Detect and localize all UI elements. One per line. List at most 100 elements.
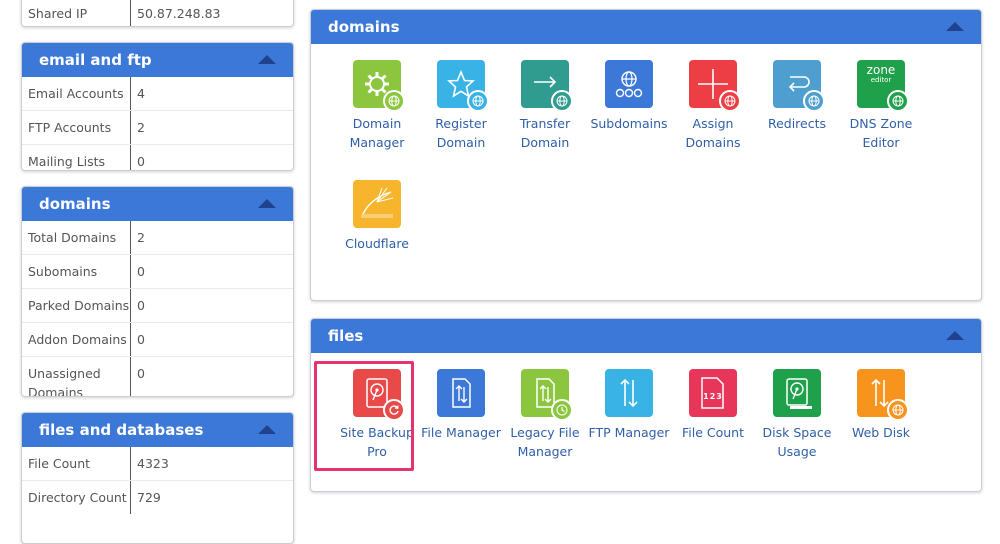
files-icon-grid: Site Backup Pro File Manager Legacy File… — [311, 353, 981, 477]
stat-label: File Count — [22, 447, 131, 480]
shared-ip-panel: Shared IP 50.87.248.83 — [21, 0, 294, 27]
web-disk-link[interactable]: Web Disk — [839, 369, 923, 477]
icon-label: Disk Space Usage — [762, 425, 832, 459]
stat-row: Addon Domains 0 — [22, 323, 293, 357]
panel-title: domains — [39, 195, 111, 213]
icon-label: Transfer Domain — [519, 116, 571, 150]
stat-row: Total Domains 2 — [22, 221, 293, 255]
stat-label: Addon Domains — [22, 323, 131, 356]
stat-row: File Count 4323 — [22, 447, 293, 481]
stat-value: 0 — [137, 264, 145, 279]
icon-label: Subdomains — [590, 116, 668, 131]
stat-value: 2 — [137, 230, 145, 245]
file-manager-icon — [437, 369, 485, 417]
legacy-file-manager-link[interactable]: Legacy File Manager — [503, 369, 587, 477]
domains-header: domains — [311, 10, 981, 44]
files-databases-panel: files and databases File Count 4323 Dire… — [21, 412, 294, 544]
file-count-icon: 123 — [689, 369, 737, 417]
icon-label: DNS Zone Editor — [849, 116, 913, 150]
stat-row: Unassigned Domains 0 — [22, 357, 293, 396]
stat-row: Mailing Lists 0 — [22, 145, 293, 170]
icon-label: Redirects — [767, 116, 827, 131]
subdomains-link[interactable]: Subdomains — [587, 60, 671, 168]
zone-editor-icon: zone editor — [857, 60, 909, 112]
icon-label: Legacy File Manager — [510, 425, 580, 459]
file-manager-link[interactable]: File Manager — [419, 369, 503, 477]
transfer-domain-link[interactable]: Transfer Domain — [503, 60, 587, 168]
icon-label: File Manager — [421, 425, 501, 440]
legacy-file-manager-icon — [521, 369, 573, 421]
stat-row: Email Accounts 4 — [22, 77, 293, 111]
redirect-globe-icon — [773, 60, 825, 112]
stat-row: FTP Accounts 2 — [22, 111, 293, 145]
file-count-link[interactable]: 123 File Count — [671, 369, 755, 477]
icon-label: Register Domain — [435, 116, 487, 150]
domains-stats-panel: domains Total Domains 2 Subomains 0 Park… — [21, 186, 294, 397]
stat-value: 0 — [137, 154, 145, 169]
tile-text: 123 — [703, 391, 723, 401]
stat-value: 0 — [137, 298, 145, 313]
domains-stats-header: domains — [22, 187, 293, 221]
assign-domains-link[interactable]: Assign Domains — [671, 60, 755, 168]
email-ftp-panel: email and ftp Email Accounts 4 FTP Accou… — [21, 42, 294, 171]
domains-icon-grid: Domain Manager Register Domain Transfer … — [311, 44, 981, 280]
icon-label: Assign Domains — [685, 116, 741, 150]
stat-row: Subomains 0 — [22, 255, 293, 289]
dns-zone-editor-link[interactable]: zone editor DNS Zone Editor — [839, 60, 923, 168]
ftp-manager-icon — [605, 369, 653, 417]
collapse-toggle-icon[interactable] — [946, 331, 964, 340]
disk-space-icon — [773, 369, 821, 417]
email-ftp-header: email and ftp — [22, 43, 293, 77]
ftp-manager-link[interactable]: FTP Manager — [587, 369, 671, 477]
collapse-toggle-icon[interactable] — [258, 55, 276, 64]
tile-subtext: editor — [870, 76, 892, 84]
icon-label: File Count — [681, 425, 744, 440]
arrow-globe-icon — [521, 60, 573, 112]
stat-label: Directory Count — [22, 481, 131, 514]
cloudflare-link[interactable]: Cloudflare — [335, 180, 419, 280]
stat-label: Subomains — [22, 255, 131, 288]
web-disk-icon — [857, 369, 909, 421]
stat-label: Shared IP — [22, 0, 131, 26]
cloudflare-icon — [353, 180, 401, 228]
icon-label: Cloudflare — [345, 236, 409, 251]
stat-value: 50.87.248.83 — [137, 6, 221, 21]
star-globe-icon — [437, 60, 489, 112]
icon-label: Site Backup Pro — [340, 425, 414, 459]
stat-value: 0 — [137, 332, 145, 347]
files-header: files — [311, 319, 981, 353]
stat-row: Parked Domains 0 — [22, 289, 293, 323]
stat-label: Email Accounts — [22, 77, 131, 110]
stat-value: 0 — [137, 366, 145, 381]
files-panel: files Site Backup Pro File Manager Legac… — [310, 318, 982, 492]
domain-manager-link[interactable]: Domain Manager — [335, 60, 419, 168]
stat-value: 4323 — [137, 456, 169, 471]
plus-globe-icon — [689, 60, 741, 112]
register-domain-link[interactable]: Register Domain — [419, 60, 503, 168]
panel-title: files — [328, 327, 364, 345]
disk-space-usage-link[interactable]: Disk Space Usage — [755, 369, 839, 477]
sitemap-globe-icon — [605, 60, 653, 108]
stat-label: Mailing Lists — [22, 145, 131, 170]
domains-panel: domains Domain Manager Register Domain T… — [310, 9, 982, 301]
stat-value: 4 — [137, 86, 145, 101]
stat-value: 2 — [137, 120, 145, 135]
stat-label: Total Domains — [22, 221, 131, 254]
redirects-link[interactable]: Redirects — [755, 60, 839, 168]
tile-text: zone — [866, 63, 896, 77]
collapse-toggle-icon[interactable] — [946, 22, 964, 31]
collapse-toggle-icon[interactable] — [258, 199, 276, 208]
site-backup-pro-link[interactable]: Site Backup Pro — [335, 369, 419, 477]
stat-list: File Count 4323 Directory Count 729 — [22, 447, 293, 514]
files-databases-header: files and databases — [22, 413, 293, 447]
collapse-toggle-icon[interactable] — [258, 425, 276, 434]
stat-row: Directory Count 729 — [22, 481, 293, 514]
icon-label: Domain Manager — [349, 116, 405, 150]
stat-list: Email Accounts 4 FTP Accounts 2 Mailing … — [22, 77, 293, 170]
gear-globe-icon — [353, 60, 405, 112]
panel-title: domains — [328, 18, 400, 36]
icon-label: FTP Manager — [588, 425, 670, 440]
stat-label: FTP Accounts — [22, 111, 131, 144]
panel-title: email and ftp — [39, 51, 152, 69]
stat-label: Unassigned Domains — [22, 357, 131, 396]
